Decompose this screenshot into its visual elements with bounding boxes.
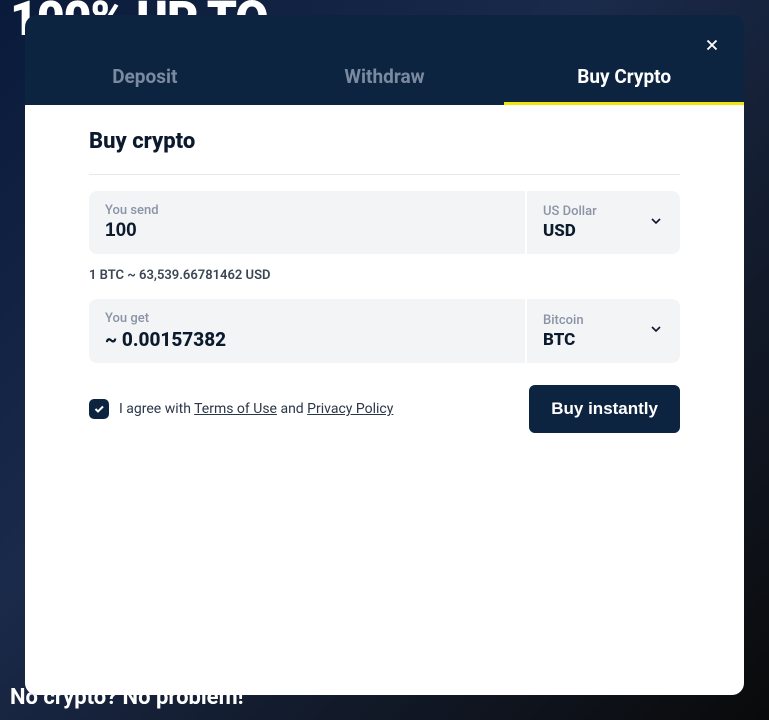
- get-currency-selector[interactable]: Bitcoin BTC: [525, 299, 680, 363]
- get-currency-name: Bitcoin: [543, 313, 584, 328]
- chevron-down-icon: [648, 213, 664, 233]
- agree-and: and: [277, 401, 307, 417]
- you-send-label: You send: [105, 203, 509, 218]
- buy-crypto-form: Buy crypto You send US Dollar USD 1 BTC: [57, 129, 712, 473]
- close-icon: [703, 36, 721, 54]
- privacy-link[interactable]: Privacy Policy: [307, 401, 393, 417]
- modal-tabs: Deposit Withdraw Buy Crypto: [25, 51, 744, 105]
- terms-link[interactable]: Terms of Use: [194, 401, 277, 417]
- you-get-label: You get: [105, 311, 509, 326]
- you-get-row: You get ~ 0.00157382 Bitcoin BTC: [89, 299, 680, 363]
- send-currency-name: US Dollar: [543, 204, 597, 219]
- exchange-rate: 1 BTC ~ 63,539.66781462 USD: [89, 268, 680, 283]
- form-footer: I agree with Terms of Use and Privacy Po…: [89, 385, 680, 433]
- buy-crypto-panel: Buy crypto You send US Dollar USD 1 BTC: [25, 105, 744, 695]
- you-get-field: You get ~ 0.00157382: [89, 299, 525, 363]
- tab-buy-crypto[interactable]: Buy Crypto: [504, 51, 744, 105]
- chevron-down-icon: [648, 321, 664, 341]
- get-currency-code: BTC: [543, 330, 584, 350]
- panel-title: Buy crypto: [89, 129, 680, 175]
- send-currency-selector[interactable]: US Dollar USD: [525, 191, 680, 254]
- you-get-value: ~ 0.00157382: [105, 328, 509, 351]
- check-icon: [93, 403, 105, 415]
- agree-row: I agree with Terms of Use and Privacy Po…: [89, 399, 393, 419]
- tab-withdraw[interactable]: Withdraw: [265, 51, 505, 105]
- you-send-row: You send US Dollar USD: [89, 191, 680, 254]
- send-currency-code: USD: [543, 221, 597, 241]
- you-send-input[interactable]: [105, 220, 509, 242]
- agree-prefix: I agree with: [119, 401, 194, 417]
- close-button[interactable]: [700, 33, 724, 57]
- buy-crypto-modal: Deposit Withdraw Buy Crypto Buy crypto Y…: [25, 15, 744, 695]
- you-send-field[interactable]: You send: [89, 191, 525, 254]
- agree-checkbox[interactable]: [89, 399, 109, 419]
- tab-deposit[interactable]: Deposit: [25, 51, 265, 105]
- buy-instantly-button[interactable]: Buy instantly: [529, 385, 680, 433]
- agree-text: I agree with Terms of Use and Privacy Po…: [119, 401, 393, 417]
